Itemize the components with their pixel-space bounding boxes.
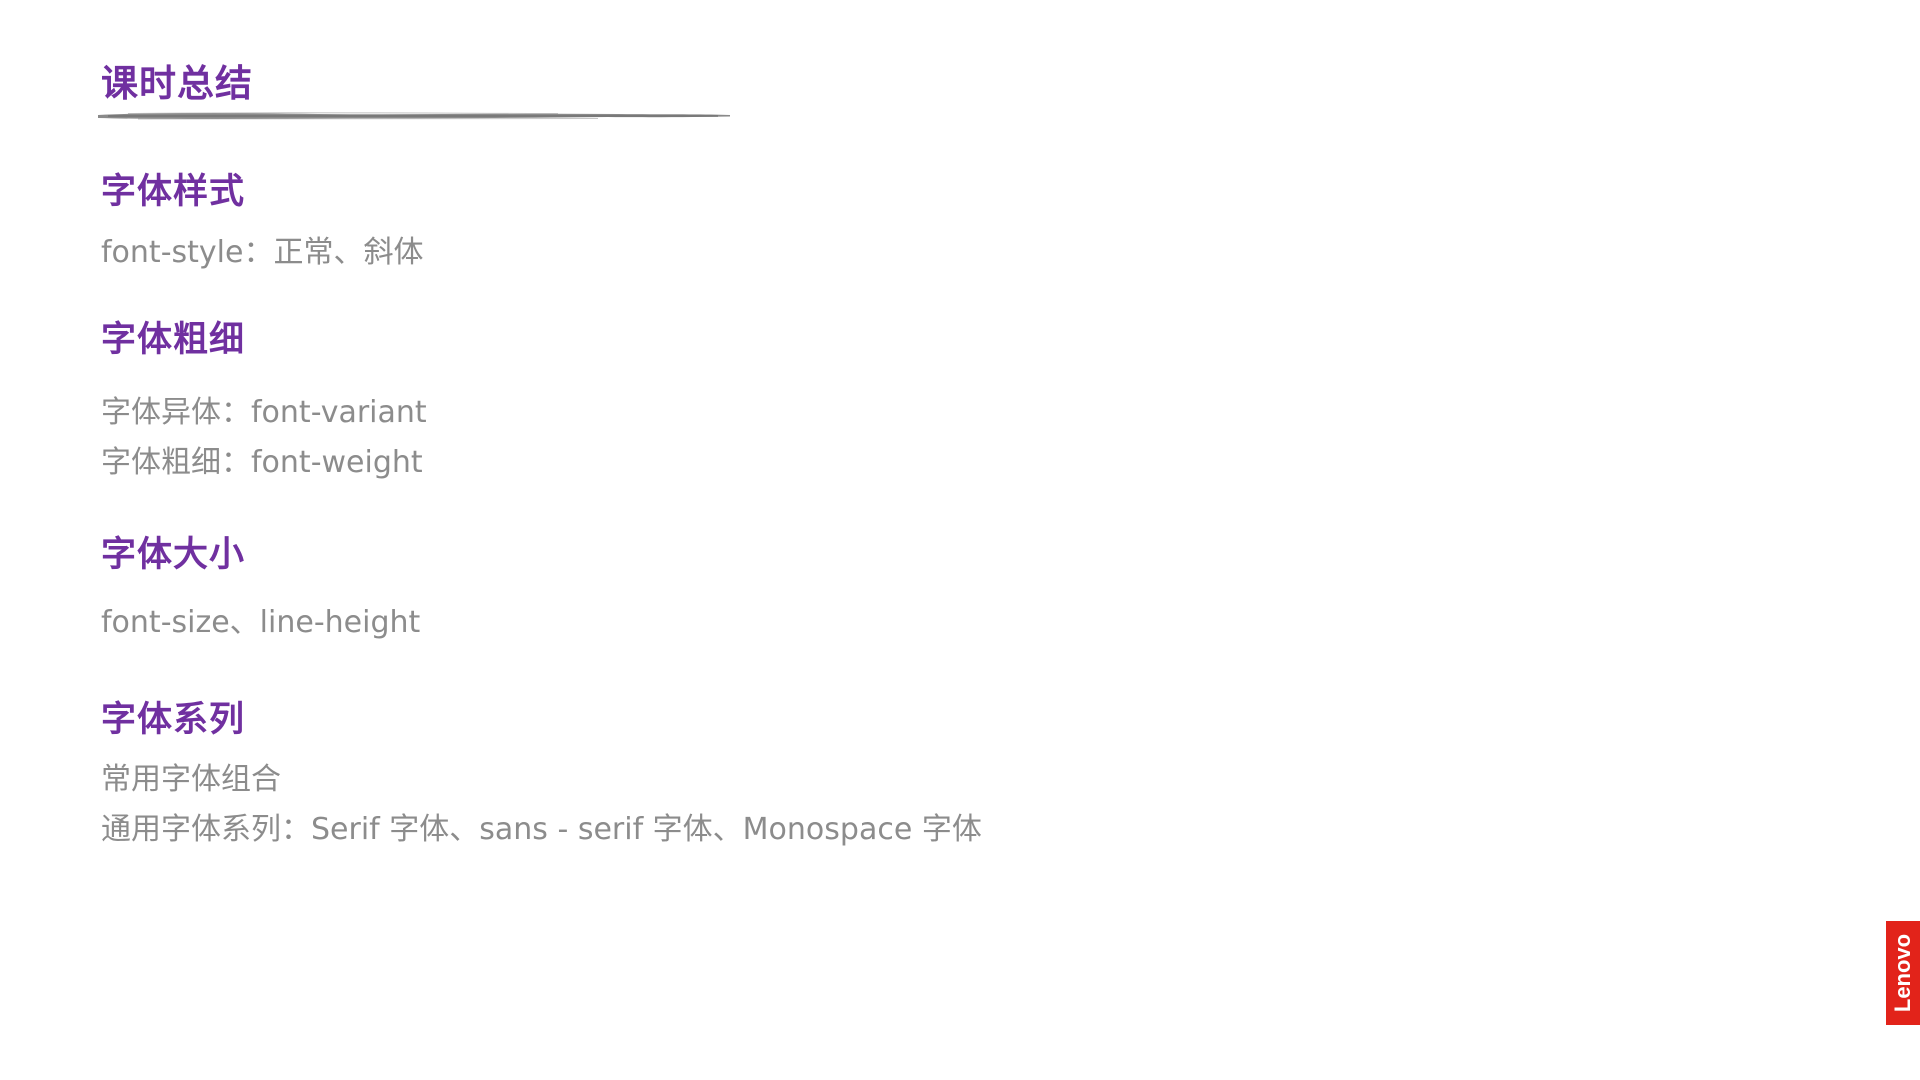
section-line-font-variant: 字体异体：font-variant [101,395,427,430]
title-underline-brushstroke [98,112,730,121]
section-heading-font-family: 字体系列 [101,700,246,740]
section-line-font-style: font-style：正常、斜体 [101,235,424,270]
section-heading-font-weight: 字体粗细 [101,320,246,360]
section-line-font-weight: 字体粗细：font-weight [101,445,423,480]
section-line-generic-families: 通用字体系列：Serif 字体、sans - serif 字体、Monospac… [101,812,982,847]
section-heading-font-size: 字体大小 [101,535,246,575]
slide-title: 课时总结 [101,62,253,105]
section-heading-font-style: 字体样式 [101,172,246,212]
section-line-font-size: font-size、line-height [101,605,421,640]
lenovo-logo-text: Lenovo [1890,933,1915,1013]
lenovo-logo: Lenovo [1886,921,1920,1025]
section-line-common-combos: 常用字体组合 [101,762,281,797]
